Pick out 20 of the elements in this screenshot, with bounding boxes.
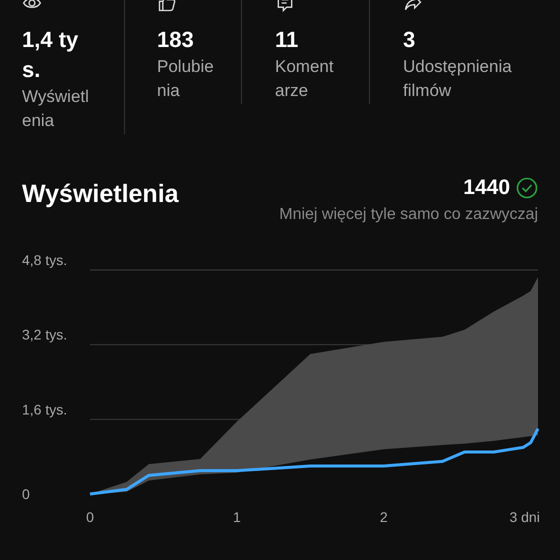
x-axis-label: 1 — [232, 509, 241, 525]
stat-label: Polubienia — [157, 56, 215, 102]
stat-label: Udostępnienia filmów — [403, 56, 513, 102]
views-total: 1440 — [463, 176, 510, 200]
stat-label: Komentarze — [275, 56, 335, 102]
comparison-note: Mniej więcej tyle samo co zazwyczaj — [279, 206, 538, 224]
y-axis-label: 0 — [22, 486, 30, 502]
check-icon — [516, 177, 538, 199]
stat-value: 1,4 tys. — [22, 26, 80, 84]
x-axis-label: 3 dni — [509, 509, 540, 525]
x-axis-label: 0 — [86, 509, 94, 525]
y-axis-label: 3,2 tys. — [22, 326, 68, 343]
x-axis-label: 2 — [380, 509, 388, 525]
y-axis-label: 1,6 tys. — [22, 401, 68, 418]
stat-label: Wyświetlenia — [22, 86, 90, 132]
stat-value: 3 — [403, 26, 416, 54]
stat-value: 11 — [275, 26, 300, 54]
stat-value: 183 — [157, 26, 195, 54]
section-title: Wyświetlenia — [22, 180, 179, 210]
y-axis-label: 4,8 tys. — [22, 252, 68, 268]
